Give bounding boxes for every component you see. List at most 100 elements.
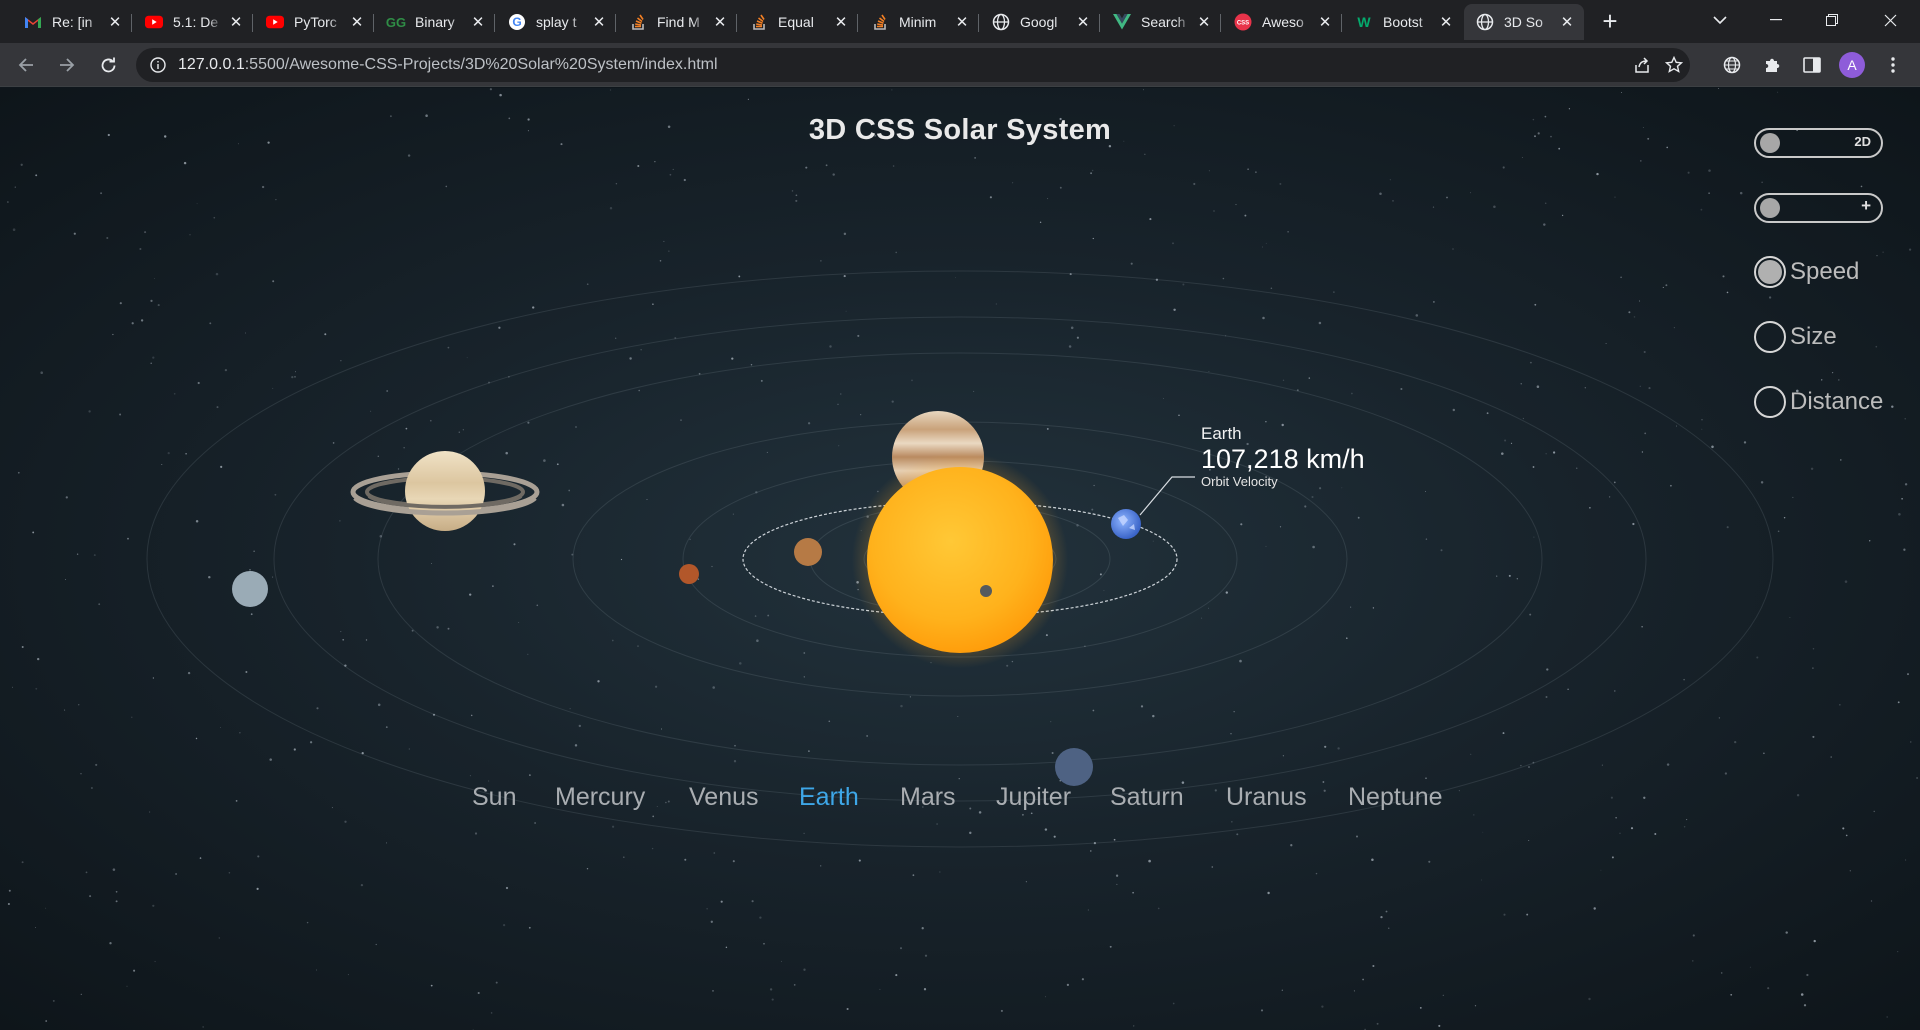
close-icon[interactable]: ✕ — [711, 13, 729, 31]
tab-separator — [978, 14, 979, 32]
url-path: :5500/Awesome-CSS-Projects/3D%20Solar%20… — [244, 56, 718, 73]
tab-separator — [131, 14, 132, 32]
tab-solar-system[interactable]: 3D So ✕ — [1464, 4, 1584, 40]
tab-separator — [252, 14, 253, 32]
radio-circle — [1754, 386, 1786, 418]
sun[interactable] — [867, 467, 1053, 653]
svg-text:G: G — [512, 15, 521, 29]
close-icon[interactable]: ✕ — [1316, 13, 1334, 31]
radio-selected-dot — [1758, 260, 1782, 284]
bookmark-star-icon[interactable] — [1662, 53, 1686, 77]
extensions-puzzle-icon[interactable] — [1758, 51, 1786, 79]
page-title: 3D CSS Solar System — [808, 114, 1112, 146]
tab-stackoverflow-3[interactable]: Minim ✕ — [859, 4, 979, 40]
tab-stackoverflow-1[interactable]: Find M ✕ — [617, 4, 737, 40]
site-info-icon[interactable] — [146, 53, 170, 77]
tab-title: Binary — [415, 14, 455, 30]
forward-arrow-icon — [60, 58, 75, 72]
radio-circle — [1754, 256, 1786, 288]
globe-icon — [1476, 13, 1494, 31]
nav-venus[interactable]: Venus — [689, 783, 759, 812]
kebab-menu-icon[interactable] — [1879, 51, 1907, 79]
tab-gmail[interactable]: Re: [in ✕ — [12, 4, 132, 40]
close-icon[interactable]: ✕ — [227, 13, 245, 31]
nav-jupiter[interactable]: Jupiter — [996, 783, 1071, 812]
tab-google[interactable]: G splay t ✕ — [496, 4, 616, 40]
planet-mars[interactable] — [679, 564, 699, 584]
tab-search-icon[interactable] — [1692, 0, 1748, 40]
planet-neptune[interactable] — [1055, 748, 1093, 786]
zoom-toggle[interactable]: + — [1754, 193, 1883, 223]
nav-mars[interactable]: Mars — [900, 783, 956, 812]
reload-button[interactable] — [92, 49, 124, 81]
nav-sun[interactable]: Sun — [472, 783, 516, 812]
close-icon[interactable]: ✕ — [1437, 13, 1455, 31]
toggle-label: 2D — [1854, 134, 1871, 149]
close-icon[interactable]: ✕ — [832, 13, 850, 31]
tab-awesome-css[interactable]: CSS Aweso ✕ — [1222, 4, 1342, 40]
address-bar[interactable]: 127.0.0.1:5500/Awesome-CSS-Projects/3D%2… — [136, 48, 1690, 82]
planet-earth[interactable] — [1111, 509, 1141, 539]
planet-info-box: Earth 107,218 km/h Orbit Velocity — [1201, 424, 1365, 489]
tab-vue[interactable]: Search ✕ — [1101, 4, 1221, 40]
nav-neptune[interactable]: Neptune — [1348, 783, 1443, 812]
toggle-label: + — [1861, 196, 1871, 215]
tab-title: splay t — [536, 14, 577, 30]
tab-youtube-1[interactable]: 5.1: De ✕ — [133, 4, 253, 40]
nav-saturn[interactable]: Saturn — [1110, 783, 1184, 812]
view-2d-toggle[interactable]: 2D — [1754, 128, 1883, 158]
minimize-button[interactable] — [1748, 0, 1804, 40]
info-planet-name: Earth — [1201, 424, 1242, 443]
side-panel-icon[interactable] — [1798, 51, 1826, 79]
close-icon[interactable]: ✕ — [348, 13, 366, 31]
close-icon[interactable]: ✕ — [469, 13, 487, 31]
radio-size[interactable]: Size — [1754, 321, 1837, 353]
tab-title: Googl — [1020, 14, 1058, 30]
tab-title: 3D So — [1504, 14, 1543, 30]
radio-label: Distance — [1790, 388, 1884, 415]
w3schools-icon: W — [1357, 14, 1371, 30]
tab-title: Minim — [899, 14, 937, 30]
tab-title: Equal — [778, 14, 814, 30]
tab-w3schools[interactable]: W Bootst ✕ — [1343, 4, 1463, 40]
planet-saturn[interactable] — [405, 451, 485, 531]
solar-system-page: 3D CSS Solar System 2D + Speed Size Dist… — [0, 88, 1920, 1030]
close-window-button[interactable] — [1862, 0, 1918, 40]
restore-button[interactable] — [1804, 0, 1860, 40]
youtube-icon — [145, 13, 163, 31]
tab-title: 5.1: De — [173, 14, 219, 30]
tab-geeksforgeeks[interactable]: GG Binary ✕ — [375, 4, 495, 40]
radio-speed[interactable]: Speed — [1754, 256, 1859, 288]
close-icon[interactable]: ✕ — [1558, 13, 1576, 31]
planet-uranus[interactable] — [232, 571, 268, 607]
profile-avatar[interactable]: A — [1838, 51, 1866, 79]
browser-toolbar: 127.0.0.1:5500/Awesome-CSS-Projects/3D%2… — [0, 43, 1920, 87]
close-icon[interactable]: ✕ — [590, 13, 608, 31]
share-icon[interactable] — [1630, 53, 1654, 77]
tab-stackoverflow-2[interactable]: Equal ✕ — [738, 4, 858, 40]
new-tab-button[interactable]: + — [1596, 8, 1624, 36]
gmail-icon — [24, 13, 42, 31]
nav-earth[interactable]: Earth — [799, 783, 859, 812]
radio-label: Speed — [1790, 258, 1860, 285]
radio-distance[interactable]: Distance — [1754, 386, 1883, 418]
tab-globe-1[interactable]: Googl ✕ — [980, 4, 1100, 40]
back-arrow-icon — [18, 58, 33, 72]
globe-icon — [992, 13, 1010, 31]
tab-youtube-2[interactable]: PyTorc ✕ — [254, 4, 374, 40]
forward-button[interactable] — [51, 49, 83, 81]
close-icon[interactable]: ✕ — [953, 13, 971, 31]
vpn-extension-icon[interactable] — [1718, 51, 1746, 79]
earth-callout-line — [1139, 476, 1195, 516]
close-icon[interactable]: ✕ — [1074, 13, 1092, 31]
tab-strip: Re: [in ✕ 5.1: De ✕ PyTorc ✕ GG Binary ✕… — [0, 0, 1920, 43]
planet-venus[interactable] — [794, 538, 822, 566]
tab-title: Search — [1141, 14, 1186, 30]
vue-icon — [1113, 13, 1131, 31]
nav-mercury[interactable]: Mercury — [555, 783, 645, 812]
nav-uranus[interactable]: Uranus — [1226, 783, 1307, 812]
close-icon[interactable]: ✕ — [106, 13, 124, 31]
planet-mercury[interactable] — [980, 585, 992, 597]
back-button[interactable] — [10, 49, 42, 81]
close-icon[interactable]: ✕ — [1195, 13, 1213, 31]
